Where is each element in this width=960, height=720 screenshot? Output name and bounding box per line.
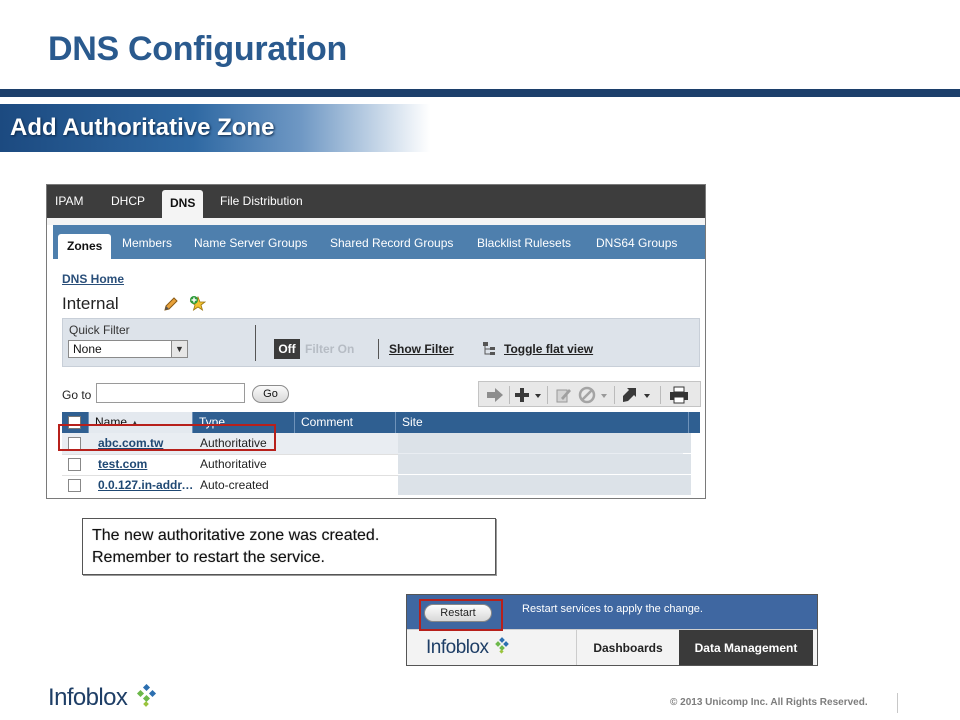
tab-blacklist-rulesets[interactable]: Blacklist Rulesets — [471, 225, 577, 259]
footer-logo: Infoblox — [48, 683, 159, 712]
tab-file-distribution[interactable]: File Distribution — [214, 185, 309, 218]
toolbar-divider — [614, 386, 615, 404]
tab-members[interactable]: Members — [116, 225, 178, 259]
row-checkbox[interactable] — [68, 479, 81, 492]
toggle-flat-view-link[interactable]: Toggle flat view — [504, 342, 593, 356]
tab-dns[interactable]: DNS — [162, 190, 204, 218]
zones-content: DNS Home Internal Quick Filter None ▼ Of… — [53, 259, 705, 498]
callout-box: The new authoritative zone was created. … — [82, 518, 496, 575]
callout-line-1: The new authoritative zone was created. — [92, 527, 380, 544]
print-icon[interactable] — [669, 386, 689, 404]
zone-type: Auto-created — [200, 478, 269, 492]
slide-title: DNS Configuration — [48, 30, 347, 68]
goto-label: Go to — [62, 388, 92, 402]
tab-name-server-groups[interactable]: Name Server Groups — [188, 225, 313, 259]
filter-divider — [255, 325, 256, 361]
subnav-band — [47, 218, 705, 225]
table-row[interactable]: 0.0.127.in-addr.arpa Auto-created — [62, 475, 691, 496]
app-header: Infoblox Dashboards Data Management — [407, 629, 817, 665]
show-filter-link[interactable]: Show Filter — [389, 342, 454, 356]
app-screenshot: IPAM DHCP DNS File Distribution Zones Me… — [46, 184, 706, 499]
pencil-icon[interactable] — [163, 296, 179, 312]
add-favorite-icon[interactable] — [189, 295, 206, 312]
filter-off-button[interactable]: Off — [274, 339, 300, 359]
zone-site — [398, 433, 691, 453]
zone-name-link[interactable]: test.com — [98, 457, 196, 471]
logo-diamond-icon — [137, 683, 157, 707]
subtitle-band: Add Authoritative Zone — [0, 104, 430, 152]
zone-site — [398, 454, 691, 474]
breadcrumb-dns-home[interactable]: DNS Home — [62, 272, 124, 286]
tab-ipam[interactable]: IPAM — [49, 185, 89, 218]
tree-view-icon[interactable] — [482, 341, 498, 357]
slide-subtitle: Add Authoritative Zone — [10, 114, 275, 141]
tab-dhcp[interactable]: DHCP — [105, 185, 151, 218]
edit-icon[interactable] — [555, 386, 573, 404]
restart-message: Restart services to apply the change. — [522, 603, 703, 615]
toolbar-divider — [509, 386, 510, 404]
export-icon[interactable] — [621, 386, 653, 404]
go-button[interactable]: Go — [252, 385, 289, 403]
infoblox-logo-text: Infoblox — [426, 637, 489, 658]
zone-type: Authoritative — [200, 457, 267, 471]
quick-filter-value: None — [73, 342, 102, 356]
goto-input[interactable] — [96, 383, 245, 403]
disable-icon[interactable] — [578, 386, 610, 404]
top-nav: IPAM DHCP DNS File Distribution — [47, 185, 705, 218]
new-zone-highlight — [58, 424, 276, 451]
footer-logo-text: Infoblox — [48, 684, 128, 711]
tab-dns64-groups[interactable]: DNS64 Groups — [590, 225, 683, 259]
chevron-down-icon[interactable]: ▼ — [171, 341, 187, 357]
restart-highlight — [419, 599, 503, 631]
grid-toolbar — [478, 381, 701, 407]
quick-filter-select[interactable]: None ▼ — [68, 340, 188, 358]
toolbar-divider — [660, 386, 661, 404]
zone-site — [398, 475, 691, 495]
add-icon[interactable] — [514, 386, 542, 404]
toolbar-divider — [547, 386, 548, 404]
sub-nav: Zones Members Name Server Groups Shared … — [53, 225, 705, 259]
column-header-comment[interactable]: Comment — [295, 412, 396, 433]
view-name: Internal — [62, 294, 119, 313]
column-header-site[interactable]: Site — [396, 412, 689, 433]
tab-shared-record-groups[interactable]: Shared Record Groups — [324, 225, 459, 259]
logo-diamond-icon — [495, 637, 510, 654]
footer-divider — [897, 693, 898, 713]
filter-divider — [378, 339, 379, 359]
arrow-right-icon[interactable] — [485, 386, 505, 404]
tab-dashboards[interactable]: Dashboards — [576, 630, 679, 665]
filter-on-button[interactable]: Filter On — [305, 342, 354, 356]
tab-data-management[interactable]: Data Management — [679, 630, 813, 665]
quick-filter-bar: Quick Filter None ▼ Off Filter On Show F… — [62, 318, 700, 367]
table-row[interactable]: test.com Authoritative — [62, 454, 691, 475]
zone-name-link[interactable]: 0.0.127.in-addr.arpa — [98, 478, 196, 492]
quick-filter-label: Quick Filter — [69, 323, 130, 337]
title-rule — [0, 89, 960, 97]
infoblox-logo: Infoblox — [426, 637, 511, 659]
copyright: © 2013 Unicomp Inc. All Rights Reserved. — [670, 697, 868, 708]
callout-line-2: Remember to restart the service. — [92, 549, 325, 566]
row-checkbox[interactable] — [68, 458, 81, 471]
tab-zones[interactable]: Zones — [58, 234, 112, 259]
